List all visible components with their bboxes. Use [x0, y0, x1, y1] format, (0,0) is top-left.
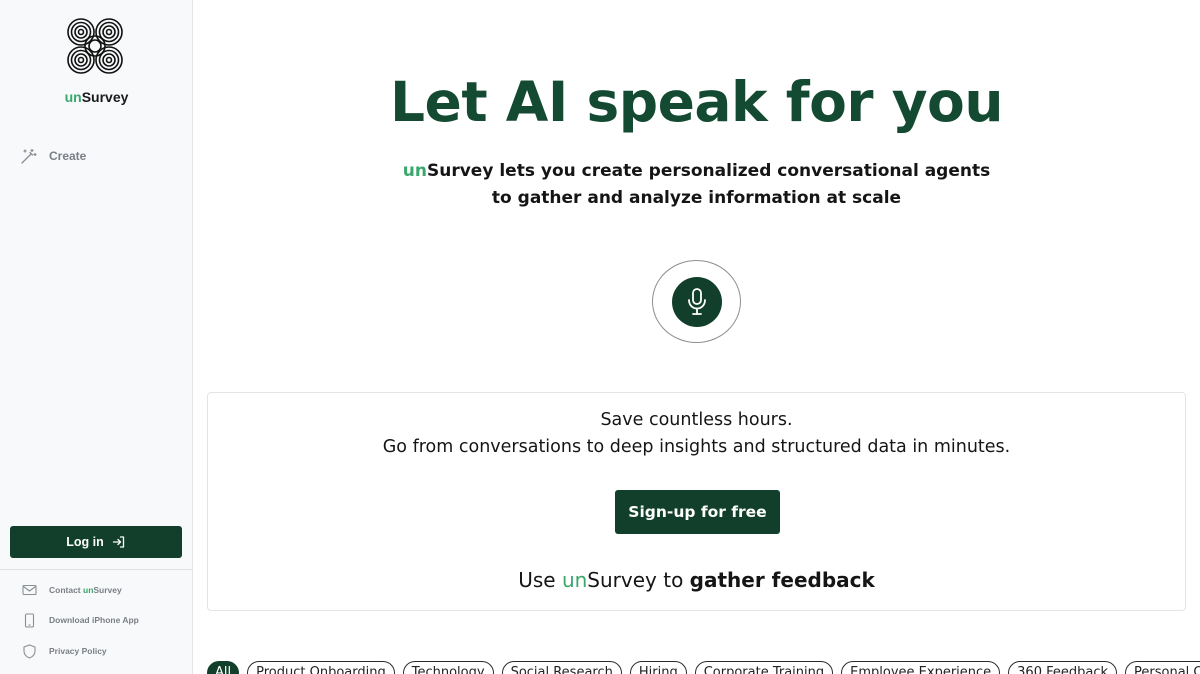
sidebar-item-create-label: Create [49, 149, 87, 163]
chip-social-research[interactable]: Social Research [501, 661, 622, 674]
shield-icon [23, 643, 36, 659]
subtitle-accent: un [402, 161, 427, 181]
contact-link-label: Contact unSurvey [49, 585, 122, 595]
sidebar-item-create[interactable]: Create [20, 145, 86, 167]
app-root: unSurvey Create Log in Contact unSurvey [0, 0, 1200, 674]
chip-technology[interactable]: Technology [402, 661, 494, 674]
contact-link[interactable]: Contact unSurvey [22, 580, 122, 600]
login-button-label: Log in [66, 535, 104, 549]
magic-wand-icon [21, 148, 37, 164]
contact-prefix: Contact [49, 585, 83, 595]
contact-suffix: Survey [93, 585, 122, 595]
login-button[interactable]: Log in [10, 526, 182, 558]
chip-all[interactable]: All [207, 661, 240, 674]
use-rotating-word: gather feedback [689, 568, 875, 592]
use-middle: Survey to [587, 568, 690, 592]
mail-icon [22, 584, 37, 596]
main-content: Let AI speak for you unSurvey lets you c… [193, 0, 1200, 674]
use-unsurvey-line: Use unSurvey to gather feedback [208, 568, 1185, 592]
card-line-2: Go from conversations to deep insights a… [382, 437, 1011, 457]
download-iphone-label: Download iPhone App [49, 615, 139, 625]
privacy-policy-label: Privacy Policy [49, 646, 107, 656]
sidebar: unSurvey Create Log in Contact unSurvey [0, 0, 193, 674]
phone-icon [24, 612, 35, 628]
microphone-button-inner [671, 276, 722, 327]
chip-corporate-training[interactable]: Corporate Training [694, 661, 834, 674]
brand-name: unSurvey [0, 89, 193, 105]
brand-suffix: Survey [81, 89, 129, 105]
subtitle-line1: Survey lets you create personalized conv… [427, 161, 991, 181]
chip-product-onboarding[interactable]: Product Onboarding [247, 661, 395, 674]
chip-personal-coach[interactable]: Personal Coach [1125, 661, 1200, 674]
subtitle-line2: to gather and analyze information at sca… [491, 188, 902, 208]
category-chips: All Product Onboarding Technology Social… [207, 661, 1200, 674]
microphone-icon [687, 287, 706, 315]
chip-360-feedback[interactable]: 360 Feedback [1008, 661, 1118, 674]
privacy-policy-link[interactable]: Privacy Policy [22, 641, 107, 661]
download-iphone-link[interactable]: Download iPhone App [22, 610, 139, 630]
brand-prefix: un [64, 89, 82, 105]
unsurvey-logo-icon[interactable] [64, 15, 126, 77]
signup-button[interactable]: Sign-up for free [615, 490, 780, 534]
contact-accent: un [83, 585, 94, 595]
use-prefix: Use [518, 568, 562, 592]
use-accent: un [561, 568, 588, 592]
chip-employee-experience[interactable]: Employee Experience [841, 661, 1001, 674]
sidebar-divider [0, 569, 192, 570]
chip-hiring[interactable]: Hiring [629, 661, 687, 674]
info-card: Save countless hours. Go from conversati… [207, 392, 1186, 611]
hero-title: Let AI speak for you [390, 70, 1004, 134]
hero-subtitle: unSurvey lets you create personalized co… [193, 158, 1200, 212]
card-line-1: Save countless hours. [600, 410, 793, 430]
microphone-button[interactable] [652, 260, 741, 343]
login-arrow-icon [112, 536, 124, 548]
